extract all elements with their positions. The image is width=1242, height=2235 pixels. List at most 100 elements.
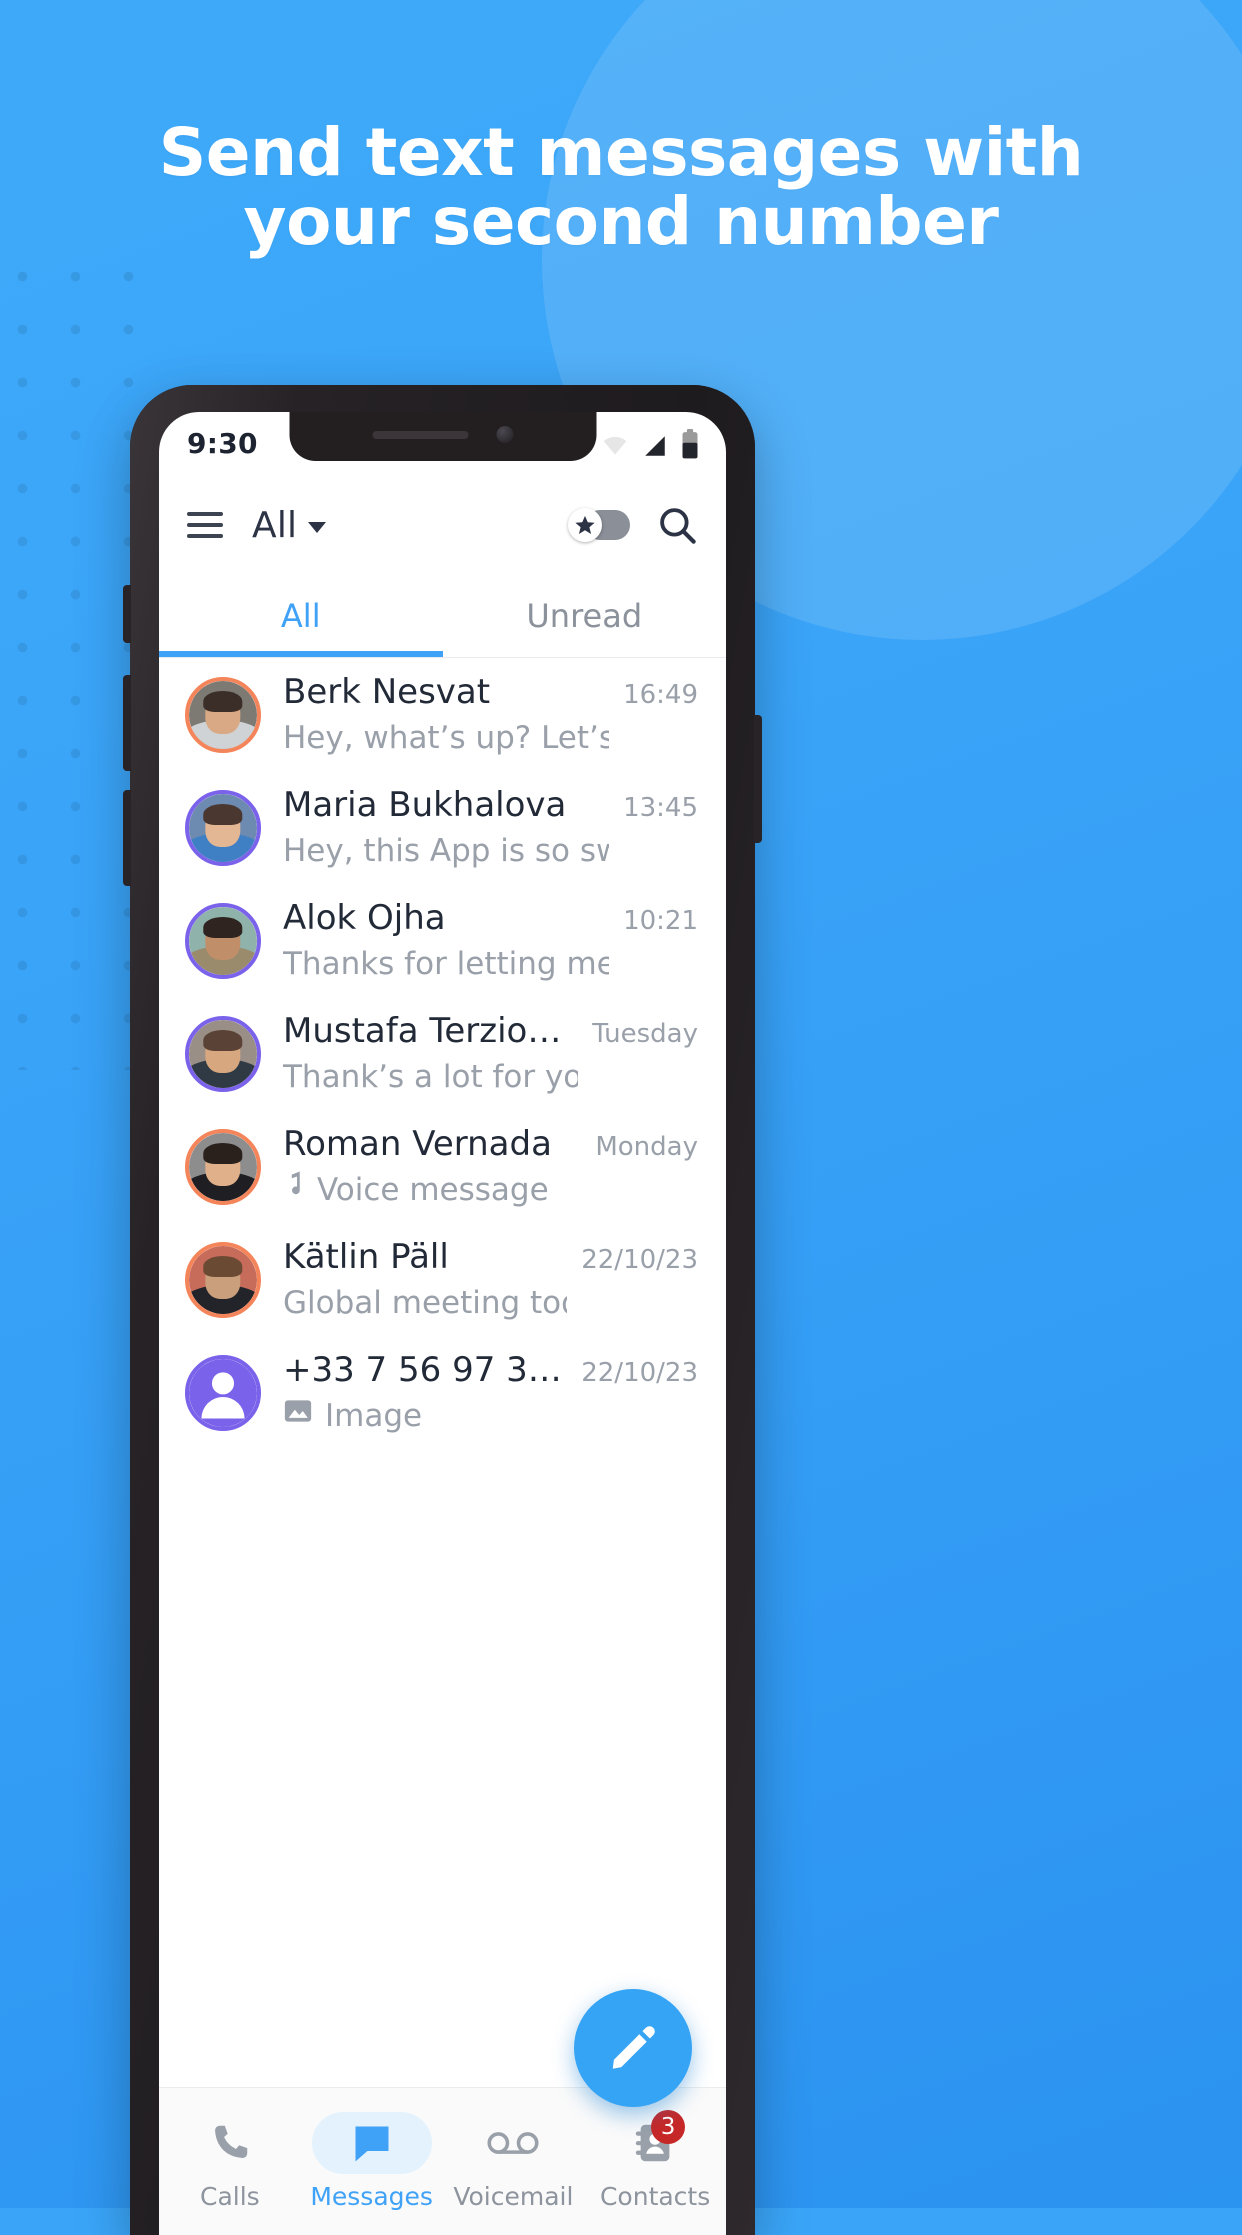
message-preview: Thank’s a lot for your support!	[283, 1057, 578, 1097]
contact-name: Roman Vernada	[283, 1124, 552, 1165]
message-row[interactable]: Maria Bukhalova Hey, this App is so sweet…	[159, 771, 726, 884]
nav-label: Contacts	[599, 2182, 711, 2211]
message-timestamp: Monday	[595, 1132, 698, 1162]
message-preview: Hey, what’s up? Let’s catch up	[283, 718, 609, 758]
message-preview-text: Hey, this App is so sweet!	[283, 832, 609, 869]
phone-screen: 9:30 All All Unread Berk Nesvat Hey, wha…	[159, 412, 726, 2235]
message-row[interactable]: Kätlin Päll Global meeting today at 14:00…	[159, 1223, 726, 1336]
phone-mute-button	[123, 585, 131, 643]
nav-item-messages[interactable]: Messages	[301, 2088, 443, 2235]
nav-label: Messages	[310, 2182, 433, 2211]
wifi-icon	[603, 436, 627, 455]
tab-bar: All Unread	[159, 575, 726, 657]
avatar-image	[189, 906, 257, 975]
avatar[interactable]	[185, 1015, 261, 1092]
nav-item-calls[interactable]: Calls	[159, 2088, 301, 2235]
message-body: Maria Bukhalova Hey, this App is so sweet…	[283, 784, 609, 871]
compose-pencil-icon	[612, 2026, 655, 2069]
message-timestamp: 22/10/23	[581, 1358, 698, 1388]
message-preview: Voice message	[283, 1170, 581, 1210]
nav-label: Voicemail	[453, 2182, 574, 2211]
message-preview-text: Thank’s a lot for your support!	[283, 1058, 578, 1095]
nav-label: Calls	[200, 2182, 260, 2211]
headline-line-2: your second number	[243, 183, 999, 261]
message-row[interactable]: +33 7 56 97 30 22 Image 22/10/23	[159, 1336, 726, 1449]
contact-name: Berk Nesvat	[283, 672, 491, 713]
voicemail-icon	[453, 2112, 573, 2174]
message-row[interactable]: Alok Ojha Thanks for letting me know :) 10…	[159, 884, 726, 997]
phone-volume-up-button	[123, 675, 131, 771]
message-timestamp: Tuesday	[592, 1019, 698, 1049]
promo-headline: Send text messages with your second numb…	[0, 118, 1242, 257]
message-timestamp: 22/10/23	[581, 1245, 698, 1275]
status-icons	[600, 428, 700, 459]
message-preview: Image	[283, 1396, 567, 1436]
avatar[interactable]	[185, 902, 261, 979]
message-body: Berk Nesvat Hey, what’s up? Let’s catch u…	[283, 671, 609, 758]
message-timestamp: 16:49	[623, 680, 698, 710]
message-body: Mustafa Terzioglu Thank’s a lot for your …	[283, 1010, 578, 1097]
phone-icon	[170, 2112, 290, 2174]
message-row[interactable]: Mustafa Terzioglu Thank’s a lot for your …	[159, 997, 726, 1110]
filter-dropdown-label: All	[252, 504, 298, 546]
bottom-navigation: Calls Messages Voicemail 3 Contacts	[159, 2087, 726, 2235]
message-body: Roman Vernada Voice message	[283, 1123, 581, 1210]
status-bar: 9:30	[159, 412, 726, 475]
phone-notch	[289, 412, 596, 461]
message-preview: Thanks for letting me know :)	[283, 944, 609, 984]
contact-name: Kätlin Päll	[283, 1237, 449, 1278]
phone-mockup: 9:30 All All Unread Berk Nesvat Hey, wha…	[123, 385, 762, 2235]
music-note-icon	[283, 1170, 305, 1210]
earpiece-speaker	[372, 430, 468, 439]
image-icon	[283, 1396, 313, 1436]
nav-item-voicemail[interactable]: Voicemail	[443, 2088, 585, 2235]
avatar-image	[189, 1132, 257, 1201]
message-row[interactable]: Berk Nesvat Hey, what’s up? Let’s catch u…	[159, 658, 726, 771]
contact-name: Maria Bukhalova	[283, 785, 567, 826]
nav-badge: 3	[651, 2110, 686, 2144]
message-list: Berk Nesvat Hey, what’s up? Let’s catch u…	[159, 658, 726, 1449]
status-time: 9:30	[187, 427, 258, 460]
message-preview-text: Voice message	[317, 1171, 549, 1208]
front-camera	[496, 426, 513, 443]
contacts-icon: 3	[595, 2110, 715, 2174]
message-body: +33 7 56 97 30 22 Image	[283, 1349, 567, 1436]
tab-unread[interactable]: Unread	[443, 575, 727, 657]
battery-icon	[682, 428, 698, 458]
avatar[interactable]	[185, 1241, 261, 1318]
compose-message-fab[interactable]	[574, 1989, 692, 2107]
app-toolbar: All	[159, 475, 726, 575]
star-filter-toggle[interactable]	[568, 508, 630, 542]
phone-power-button	[754, 715, 762, 843]
avatar-image	[189, 1358, 257, 1427]
message-timestamp: 10:21	[623, 906, 698, 936]
nav-item-contacts[interactable]: 3 Contacts	[584, 2088, 726, 2235]
decorative-dot-grid	[0, 250, 146, 1070]
search-icon[interactable]	[656, 504, 698, 546]
avatar[interactable]	[185, 676, 261, 753]
avatar[interactable]	[185, 1354, 261, 1431]
toggle-knob	[568, 508, 602, 542]
phone-volume-down-button	[123, 790, 131, 886]
avatar-image	[189, 1019, 257, 1088]
tab-all[interactable]: All	[159, 575, 443, 657]
cellular-signal-icon	[645, 435, 665, 456]
avatar-image	[189, 793, 257, 862]
message-body: Alok Ojha Thanks for letting me know :)	[283, 897, 609, 984]
contact-name: Mustafa Terzioglu	[283, 1011, 579, 1052]
avatar-image	[189, 1245, 257, 1314]
avatar-image	[189, 680, 257, 749]
avatar[interactable]	[185, 789, 261, 866]
message-preview-text: Image	[325, 1397, 423, 1434]
message-row[interactable]: Roman Vernada Voice message Monday	[159, 1110, 726, 1223]
avatar[interactable]	[185, 1128, 261, 1205]
hamburger-menu-icon[interactable]	[187, 512, 223, 538]
star-icon	[575, 515, 595, 534]
chat-bubble-icon	[311, 2112, 432, 2174]
contact-name: +33 7 56 97 30 22	[283, 1350, 567, 1391]
message-preview: Hey, this App is so sweet!	[283, 831, 609, 871]
tab-active-indicator	[159, 651, 443, 657]
message-body: Kätlin Päll Global meeting today at 14:00…	[283, 1236, 567, 1323]
headline-line-1: Send text messages with	[158, 114, 1084, 191]
filter-dropdown[interactable]: All	[252, 504, 327, 546]
